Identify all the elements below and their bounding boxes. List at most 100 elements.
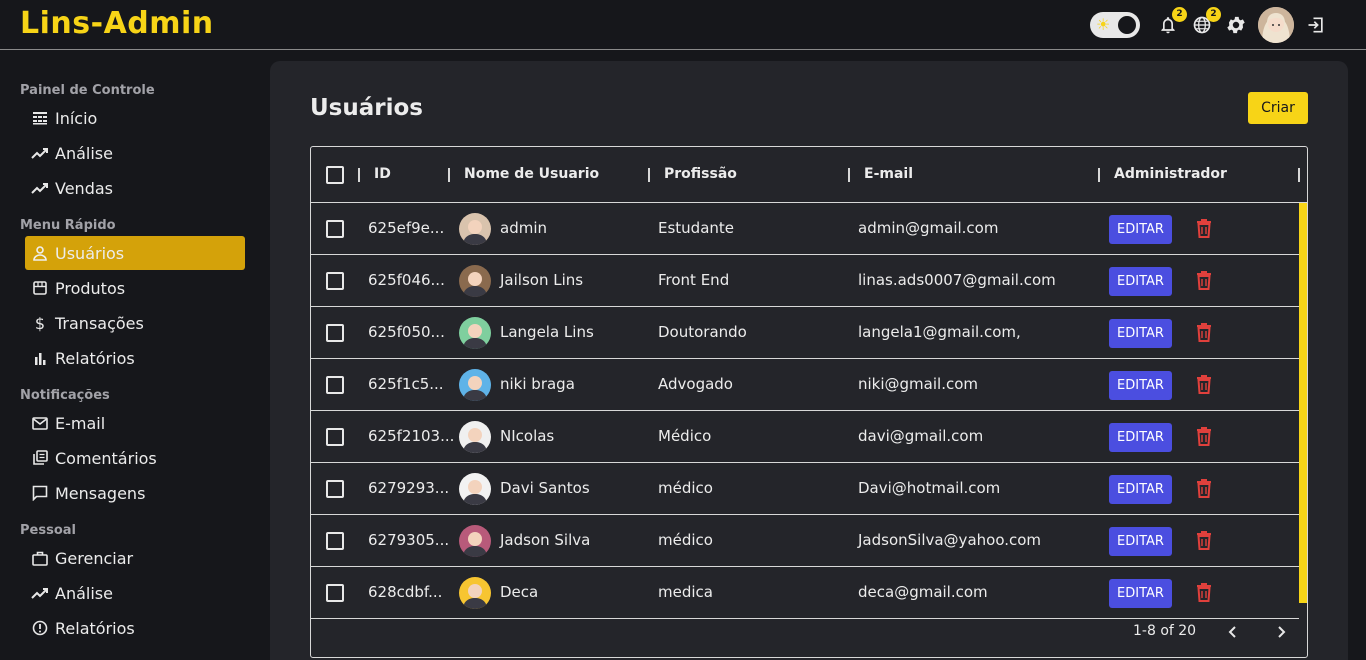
create-button[interactable]: Criar bbox=[1248, 92, 1308, 124]
edit-button[interactable]: EDITAR bbox=[1109, 527, 1172, 556]
report-icon bbox=[31, 619, 49, 637]
sidebar-item-transacoes[interactable]: $ Transações bbox=[25, 306, 245, 340]
cell-profession: Front End bbox=[658, 271, 730, 289]
next-page-button[interactable] bbox=[1269, 620, 1293, 644]
edit-button[interactable]: EDITAR bbox=[1109, 579, 1172, 608]
app-logo[interactable]: Lins-Admin bbox=[20, 6, 214, 41]
sidebar-item-label: E-mail bbox=[55, 413, 106, 433]
edit-button[interactable]: EDITAR bbox=[1109, 267, 1172, 296]
cell-id: 625f046... bbox=[368, 271, 445, 289]
store-icon bbox=[31, 279, 49, 297]
cell-id: 625f050... bbox=[368, 323, 445, 341]
column-separator[interactable] bbox=[648, 168, 650, 182]
edit-button[interactable]: EDITAR bbox=[1109, 215, 1172, 244]
table-row[interactable]: 6279305... Jadson Silva médico JadsonSilva@… bbox=[311, 515, 1299, 567]
edit-button[interactable]: EDITAR bbox=[1109, 475, 1172, 504]
row-checkbox[interactable] bbox=[326, 220, 344, 238]
previous-page-button[interactable] bbox=[1221, 620, 1245, 644]
row-checkbox[interactable] bbox=[326, 324, 344, 342]
delete-button[interactable] bbox=[1196, 426, 1212, 446]
sidebar-item-usuarios[interactable]: Usuários bbox=[25, 236, 245, 270]
logout-icon bbox=[1308, 17, 1323, 33]
sidebar-item-relatorios[interactable]: Relatórios bbox=[25, 341, 245, 375]
cell-profession: medica bbox=[658, 583, 713, 601]
delete-button[interactable] bbox=[1196, 582, 1212, 602]
row-checkbox[interactable] bbox=[326, 532, 344, 550]
table-row[interactable]: 625f050... Langela Lins Doutorando langela1… bbox=[311, 307, 1299, 359]
sidebar-item-analise-pessoal[interactable]: Análise bbox=[25, 576, 245, 610]
row-avatar bbox=[459, 317, 491, 349]
chevron-right-icon bbox=[1278, 626, 1286, 638]
dollar-icon: $ bbox=[34, 313, 46, 333]
row-checkbox[interactable] bbox=[326, 428, 344, 446]
column-header-name[interactable]: Nome de Usuario bbox=[464, 166, 599, 182]
edit-button[interactable]: EDITAR bbox=[1109, 423, 1172, 452]
column-header-email[interactable]: E-mail bbox=[864, 166, 913, 182]
delete-button[interactable] bbox=[1196, 478, 1212, 498]
table-row[interactable]: 6279293... Davi Santos médico Davi@hotmail.… bbox=[311, 463, 1299, 515]
sidebar-item-gerenciar[interactable]: Gerenciar bbox=[25, 541, 245, 575]
edit-button[interactable]: EDITAR bbox=[1109, 371, 1172, 400]
sidebar-item-relatorios-pessoal[interactable]: Relatórios bbox=[25, 611, 245, 645]
trending-icon bbox=[31, 144, 49, 162]
cell-id: 6279305... bbox=[368, 531, 450, 549]
row-avatar bbox=[459, 213, 491, 245]
cell-username: niki braga bbox=[500, 375, 575, 393]
language-button[interactable]: 2 bbox=[1190, 7, 1221, 37]
row-checkbox[interactable] bbox=[326, 584, 344, 602]
cell-username: Langela Lins bbox=[500, 323, 594, 341]
table-row[interactable]: 625f1c5... niki braga Advogado niki@gmail.c… bbox=[311, 359, 1299, 411]
column-header-profession[interactable]: Profissão bbox=[664, 166, 737, 182]
logout-button[interactable] bbox=[1304, 13, 1328, 37]
column-separator[interactable] bbox=[358, 168, 360, 182]
edit-button[interactable]: EDITAR bbox=[1109, 319, 1172, 348]
sidebar-item-label: Início bbox=[55, 108, 98, 128]
row-avatar bbox=[459, 525, 491, 557]
theme-toggle[interactable]: ☀ bbox=[1090, 12, 1140, 38]
column-header-id[interactable]: ID bbox=[374, 166, 391, 182]
dashboard-icon bbox=[31, 109, 49, 127]
delete-button[interactable] bbox=[1196, 270, 1212, 290]
table-row[interactable]: 625ef9e... admin Estudante admin@gmail.com E… bbox=[311, 203, 1299, 255]
table-header: ID Nome de Usuario Profissão E-mail Admi… bbox=[311, 147, 1307, 203]
sidebar-item-vendas[interactable]: Vendas bbox=[25, 171, 245, 205]
cell-email: langela1@gmail.com, bbox=[858, 323, 1021, 341]
pagination-text: 1-8 of 20 bbox=[1133, 623, 1197, 639]
avatar-illustration bbox=[1258, 7, 1294, 43]
table-row[interactable]: 625f046... Jailson Lins Front End linas.ads… bbox=[311, 255, 1299, 307]
column-separator[interactable] bbox=[1298, 168, 1300, 182]
cell-id: 625f1c5... bbox=[368, 375, 444, 393]
sidebar-item-label: Mensagens bbox=[55, 483, 146, 503]
row-checkbox[interactable] bbox=[326, 272, 344, 290]
sidebar-item-comentarios[interactable]: Comentários bbox=[25, 441, 245, 475]
delete-button[interactable] bbox=[1196, 530, 1212, 550]
column-separator[interactable] bbox=[448, 168, 450, 182]
column-header-admin[interactable]: Administrador bbox=[1114, 166, 1227, 182]
table-scrollbar[interactable] bbox=[1299, 203, 1307, 603]
user-avatar[interactable] bbox=[1258, 7, 1294, 43]
settings-button[interactable] bbox=[1224, 13, 1248, 37]
cell-username: Deca bbox=[500, 583, 539, 601]
language-badge: 2 bbox=[1206, 7, 1221, 22]
column-separator[interactable] bbox=[848, 168, 850, 182]
sidebar-item-produtos[interactable]: Produtos bbox=[25, 271, 245, 305]
row-avatar bbox=[459, 473, 491, 505]
table-row[interactable]: 625f2103... NIcolas Médico davi@gmail.com ED… bbox=[311, 411, 1299, 463]
section-title-notificacoes: Notificações bbox=[20, 388, 110, 403]
row-checkbox[interactable] bbox=[326, 480, 344, 498]
top-actions: ☀ 2 2 bbox=[1090, 7, 1328, 43]
delete-button[interactable] bbox=[1196, 374, 1212, 394]
sidebar-item-inicio[interactable]: Início bbox=[25, 101, 245, 135]
sidebar-item-label: Transações bbox=[55, 313, 144, 333]
column-separator[interactable] bbox=[1098, 168, 1100, 182]
notifications-button[interactable]: 2 bbox=[1156, 7, 1187, 37]
sidebar-item-mensagens[interactable]: Mensagens bbox=[25, 476, 245, 510]
sidebar-item-analise[interactable]: Análise bbox=[25, 136, 245, 170]
sidebar-item-email[interactable]: E-mail bbox=[25, 406, 245, 440]
row-checkbox[interactable] bbox=[326, 376, 344, 394]
delete-button[interactable] bbox=[1196, 218, 1212, 238]
trending-icon bbox=[31, 179, 49, 197]
delete-button[interactable] bbox=[1196, 322, 1212, 342]
section-title-menu-rapido: Menu Rápido bbox=[20, 218, 116, 233]
select-all-checkbox[interactable] bbox=[326, 166, 344, 184]
